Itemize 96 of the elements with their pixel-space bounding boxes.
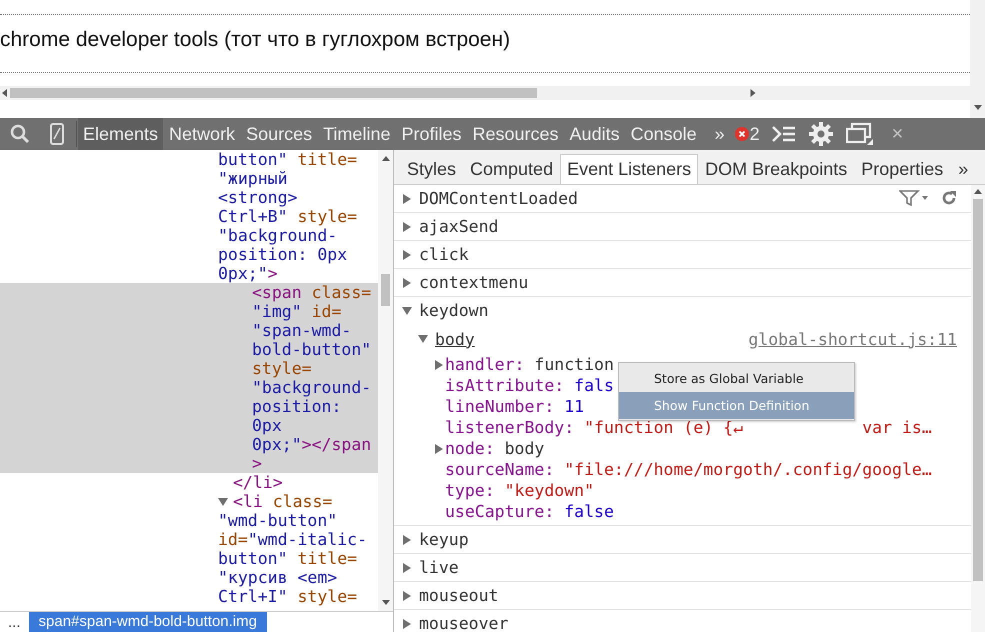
breadcrumb-more[interactable]: ... [0, 612, 29, 632]
collapse-triangle-icon[interactable] [418, 334, 428, 344]
refresh-icon[interactable] [941, 190, 957, 206]
menu-item[interactable]: Store as Global Variable [619, 365, 854, 392]
vertical-scrollbar[interactable] [378, 150, 393, 611]
panel-tab[interactable]: Console [626, 118, 702, 150]
sidebar-tab[interactable]: Styles [400, 154, 464, 184]
event-name[interactable]: mouseout [419, 586, 498, 605]
sidebar-tab[interactable]: DOM Breakpoints [698, 154, 854, 184]
scroll-down-icon[interactable] [382, 599, 390, 605]
scrollbar-thumb[interactable] [381, 274, 390, 306]
expand-triangle-icon[interactable] [402, 590, 412, 600]
code-line: "жирный [217, 169, 289, 188]
panel-tab[interactable]: Audits [564, 118, 625, 150]
property-line: type: "keydown" [445, 481, 594, 500]
expand-triangle-icon[interactable] [434, 444, 444, 454]
expand-triangle-icon[interactable] [402, 534, 412, 544]
node-link[interactable]: body [435, 330, 475, 348]
phone-icon[interactable] [50, 123, 64, 145]
scrollbar-thumb[interactable] [10, 88, 537, 98]
more-tabs-button[interactable]: » [958, 155, 968, 184]
code-line: button" title= [217, 150, 358, 169]
expand-triangle-icon[interactable] [402, 562, 412, 572]
panel-tab[interactable]: Network [164, 118, 240, 150]
event-name[interactable]: click [419, 245, 469, 264]
scrollbar-thumb[interactable] [973, 199, 983, 581]
collapse-triangle-icon[interactable] [402, 306, 412, 316]
code-line: Ctrl+B" style= [217, 207, 358, 226]
vertical-scrollbar[interactable] [971, 185, 985, 632]
code-line: "background- [217, 226, 338, 245]
property-line: useCapture: false [445, 502, 614, 521]
event-name[interactable]: keydown [419, 301, 489, 320]
event-name[interactable]: ajaxSend [419, 217, 498, 236]
panel-tab[interactable]: Timeline [318, 118, 396, 150]
code-line: Ctrl+I" style= [217, 587, 358, 606]
event-name[interactable]: DOMContentLoaded [419, 189, 578, 208]
sidebar-tab[interactable]: Computed [463, 154, 560, 184]
expand-triangle-icon[interactable] [402, 618, 412, 628]
scroll-left-icon[interactable] [2, 89, 8, 97]
expand-triangle-icon[interactable] [402, 250, 412, 260]
source-link[interactable]: global-shortcut.js:11 [748, 330, 957, 348]
code-line: "курсив <em> [217, 568, 338, 587]
sidebar-tab[interactable]: Properties [854, 154, 950, 184]
code-line: id="wmd-italic- [217, 530, 368, 549]
code-line: "span-wmd- [251, 321, 352, 340]
console-prompt-icon[interactable] [772, 125, 796, 143]
property-line: listenerBody: "function (e) {↵ var is… [445, 418, 932, 437]
code-line: <span class= [251, 283, 372, 302]
collapse-triangle-icon[interactable] [218, 497, 228, 507]
scroll-down-icon[interactable] [974, 104, 982, 110]
code-line: bold-button" [251, 340, 372, 359]
scroll-up-icon[interactable] [382, 156, 390, 162]
panel-tab[interactable]: Profiles [396, 118, 466, 150]
code-line: position: [251, 397, 342, 416]
property-line: handler: function [445, 355, 614, 374]
code-line: 0px;"> [217, 264, 279, 283]
code-line: 0px;"></span [251, 435, 372, 454]
panel-tab[interactable]: Resources [468, 118, 564, 150]
code-line: "background- [251, 378, 372, 397]
filter-icon[interactable] [899, 190, 929, 206]
property-line: sourceName: "file:///home/morgoth/.config/google… [445, 460, 932, 479]
expand-triangle-icon[interactable] [402, 194, 412, 204]
horizontal-scrollbar[interactable] [0, 86, 970, 100]
panel-tab[interactable]: Elements [78, 118, 164, 150]
code-line: > [251, 454, 263, 473]
property-line: lineNumber: 11 [445, 397, 584, 416]
expand-triangle-icon[interactable] [402, 222, 412, 232]
vertical-scrollbar[interactable] [970, 0, 985, 118]
settings-icon[interactable] [808, 121, 834, 147]
code-line: <li class= [0, 492, 378, 511]
code-line: style= [251, 359, 313, 378]
expand-triangle-icon[interactable] [402, 278, 412, 288]
selected-node-highlight[interactable]: <span class= "img" id= "span-wmd- bold-button" style= "background- position: 0px 0px;"></span > [0, 283, 378, 473]
error-count[interactable]: 2 [734, 124, 760, 144]
code-line: "img" id= [251, 302, 342, 321]
code-line: "wmd-button" [217, 511, 338, 530]
event-name[interactable]: mouseover [419, 614, 508, 632]
panel-tab[interactable]: Sources [241, 118, 318, 150]
more-tabs-button[interactable]: » [714, 124, 725, 144]
sidebar-tab[interactable]: Event Listeners [560, 154, 698, 184]
code-line: </li> [232, 473, 284, 492]
property-line: isAttribute: fals [445, 376, 614, 395]
search-icon[interactable] [10, 124, 30, 144]
error-icon [734, 127, 749, 141]
code-line: 0px [251, 416, 283, 435]
event-name[interactable]: contextmenu [419, 273, 528, 292]
scroll-up-icon[interactable] [974, 189, 982, 195]
code-line: <strong> [217, 188, 298, 207]
code-line: button" title= [217, 549, 358, 568]
event-name[interactable]: live [419, 558, 459, 577]
code-line: position: 0px [217, 245, 348, 264]
property-line: node: body [445, 439, 544, 458]
expand-triangle-icon[interactable] [434, 360, 444, 370]
event-name[interactable]: keyup [419, 530, 469, 549]
breadcrumb[interactable]: span#span-wmd-bold-button.img [28, 612, 267, 632]
dock-icon[interactable] [846, 122, 874, 146]
